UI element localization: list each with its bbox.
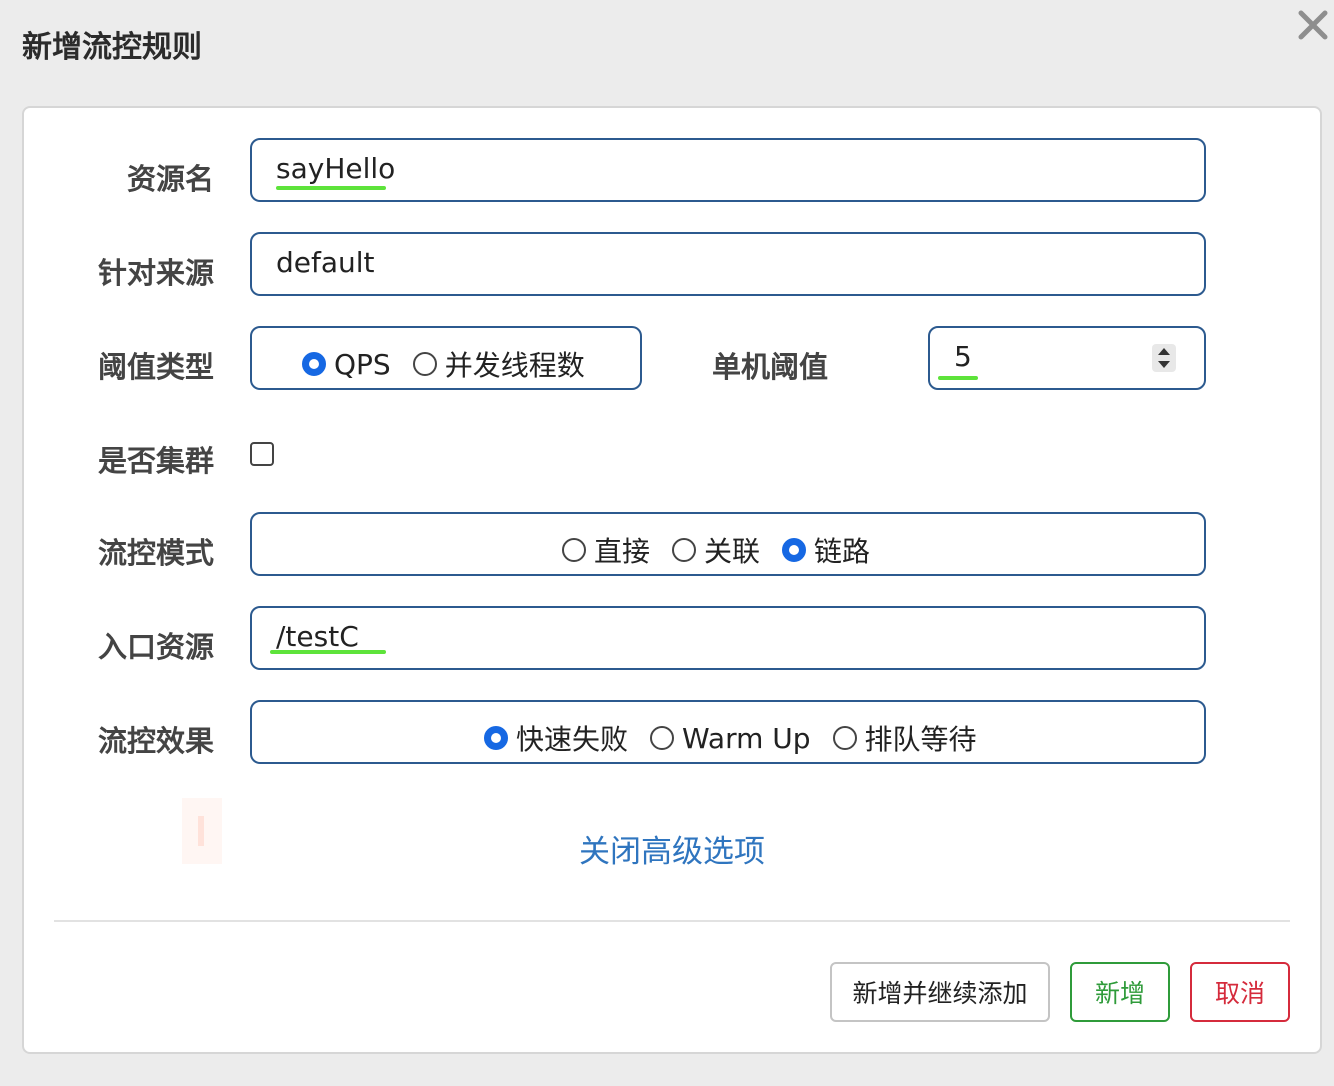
threshold-type-label: 阈值类型 xyxy=(97,350,214,384)
highlight-mark xyxy=(270,650,386,654)
divider xyxy=(54,920,1290,922)
dialog-title: 新增流控规则 xyxy=(22,30,202,65)
single-threshold-value: 5 xyxy=(954,340,972,373)
threshold-type-option-label: 并发线程数 xyxy=(444,349,585,382)
threshold-type-group: QPS 并发线程数 xyxy=(250,326,642,390)
control-effect-option-label: Warm Up xyxy=(682,721,811,755)
cluster-mode-checkbox[interactable] xyxy=(250,442,274,466)
form-panel: 资源名 sayHello 针对来源 default 阈值类型 QPS 并发线程数… xyxy=(22,106,1322,1054)
radio-selected-icon xyxy=(782,538,807,562)
radio-icon xyxy=(650,726,675,750)
entry-resource-input[interactable]: /testC xyxy=(250,606,1206,670)
radio-icon xyxy=(412,352,437,376)
highlight-mark xyxy=(276,186,386,190)
control-mode-option-label: 链路 xyxy=(814,535,871,568)
control-mode-label: 流控模式 xyxy=(97,536,214,570)
control-mode-option-label: 直接 xyxy=(594,535,651,568)
highlight-mark xyxy=(938,376,978,380)
control-effect-label: 流控效果 xyxy=(97,724,214,758)
control-effect-group: 快速失败 Warm Up 排队等待 xyxy=(250,700,1206,764)
add-and-continue-button[interactable]: 新增并继续添加 xyxy=(830,962,1050,1022)
limit-app-input[interactable]: default xyxy=(250,232,1206,296)
radio-selected-icon xyxy=(484,726,508,750)
resource-name-input[interactable]: sayHello xyxy=(250,138,1206,202)
control-effect-option-label: 排队等待 xyxy=(864,723,977,756)
control-mode-option-label: 关联 xyxy=(704,535,761,568)
radio-selected-icon xyxy=(302,352,326,376)
entry-resource-label: 入口资源 xyxy=(97,630,214,664)
single-threshold-input[interactable]: 5 xyxy=(928,326,1206,390)
single-threshold-label: 单机阈值 xyxy=(711,350,828,384)
threshold-type-option-qps[interactable]: QPS xyxy=(302,348,391,381)
control-effect-option-label: 快速失败 xyxy=(516,723,629,756)
threshold-type-option-threads[interactable]: 并发线程数 xyxy=(412,344,585,384)
control-effect-option-warm-up[interactable]: Warm Up xyxy=(650,722,811,755)
radio-icon xyxy=(562,538,586,562)
advanced-options-toggle[interactable]: 关闭高级选项 xyxy=(24,826,1320,871)
radio-icon xyxy=(832,726,857,750)
resource-name-value: sayHello xyxy=(276,152,396,185)
control-mode-option-direct[interactable]: 直接 xyxy=(562,530,650,570)
control-effect-option-queue[interactable]: 排队等待 xyxy=(832,718,977,758)
control-mode-group: 直接 关联 链路 xyxy=(250,512,1206,576)
cancel-button[interactable]: 取消 xyxy=(1190,962,1290,1022)
radio-icon xyxy=(672,538,697,562)
limit-app-value: default xyxy=(276,246,375,279)
control-mode-option-relate[interactable]: 关联 xyxy=(672,530,760,570)
number-spinner-icon[interactable] xyxy=(1152,344,1176,372)
control-effect-option-fast-fail[interactable]: 快速失败 xyxy=(484,718,628,758)
resource-name-label: 资源名 xyxy=(126,162,214,196)
threshold-type-option-label: QPS xyxy=(334,347,391,381)
limit-app-label: 针对来源 xyxy=(97,256,214,290)
close-icon[interactable] xyxy=(1296,8,1330,42)
control-mode-option-chain[interactable]: 链路 xyxy=(782,530,870,570)
add-button[interactable]: 新增 xyxy=(1070,962,1170,1022)
cluster-mode-label: 是否集群 xyxy=(97,444,214,478)
entry-resource-value: /testC xyxy=(276,620,359,653)
